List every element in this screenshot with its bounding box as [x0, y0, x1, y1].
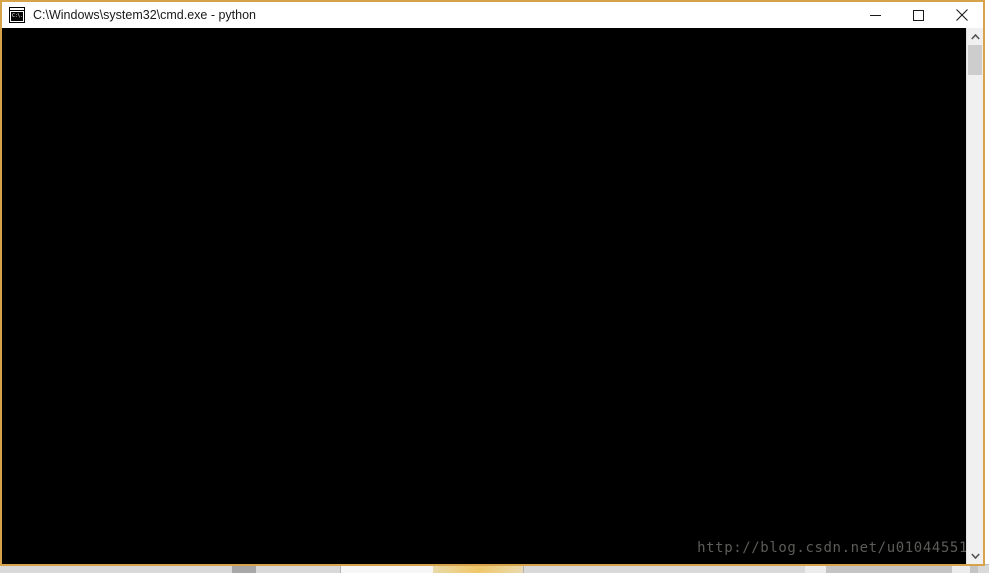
- minimize-icon: [870, 14, 881, 16]
- scrollbar-track[interactable]: [967, 45, 983, 547]
- window-titlebar[interactable]: C:\. C:\Windows\system32\cmd.exe - pytho…: [2, 2, 983, 28]
- cmd-icon-glyph: C:\.: [11, 12, 23, 21]
- minimize-button[interactable]: [854, 2, 897, 28]
- scrollbar-thumb[interactable]: [968, 45, 982, 75]
- scroll-up-button[interactable]: [967, 28, 983, 45]
- chevron-up-icon: [970, 33, 980, 40]
- window-title: C:\Windows\system32\cmd.exe - python: [33, 8, 256, 22]
- close-icon: [955, 9, 968, 21]
- close-button[interactable]: [940, 2, 983, 28]
- maximize-icon: [913, 9, 924, 21]
- scroll-down-button[interactable]: [967, 547, 983, 564]
- console-body: http://blog.csdn.net/u010445516: [2, 28, 983, 564]
- maximize-button[interactable]: [897, 2, 940, 28]
- chevron-down-icon: [970, 552, 980, 559]
- console-scrollbar[interactable]: [966, 28, 983, 564]
- window-controls: [854, 2, 983, 28]
- cmd-exe-icon: C:\.: [9, 7, 25, 23]
- console-output[interactable]: [2, 28, 966, 564]
- desktop-background: C:\. C:\Windows\system32\cmd.exe - pytho…: [0, 0, 989, 573]
- command-prompt-window: C:\. C:\Windows\system32\cmd.exe - pytho…: [0, 0, 985, 566]
